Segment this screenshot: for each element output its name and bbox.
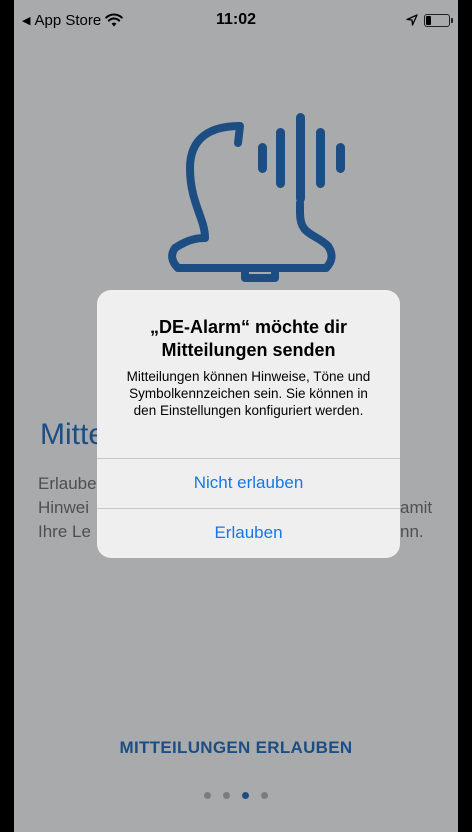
status-bar: ◀ App Store 11:02 bbox=[14, 0, 458, 40]
deny-button[interactable]: Nicht erlauben bbox=[97, 458, 400, 506]
location-arrow-icon bbox=[406, 14, 418, 26]
page-dot-active[interactable] bbox=[242, 792, 249, 799]
alert-message: Mitteilungen können Hinweise, Töne und S… bbox=[126, 369, 371, 418]
status-right bbox=[406, 13, 453, 27]
notification-permission-alert: „DE-Alarm“ möchte dir Mitteilungen sende… bbox=[97, 290, 400, 558]
page-dot[interactable] bbox=[223, 792, 230, 799]
allow-notifications-button[interactable]: MITTEILUNGEN ERLAUBEN bbox=[0, 738, 472, 758]
onboarding-title: Mitte bbox=[40, 418, 106, 451]
onboarding-text-line: nn. bbox=[400, 522, 424, 541]
page-indicator[interactable] bbox=[0, 792, 472, 799]
battery-icon bbox=[424, 13, 453, 27]
allow-button[interactable]: Erlauben bbox=[97, 508, 400, 556]
wifi-icon bbox=[105, 13, 123, 27]
device-frame-left bbox=[0, 0, 14, 832]
back-to-app-store[interactable]: ◀ App Store bbox=[22, 12, 123, 29]
device-frame-right bbox=[458, 0, 472, 832]
back-label: App Store bbox=[34, 11, 102, 29]
onboarding-text-right: amit nn. bbox=[400, 496, 432, 544]
bell-icon bbox=[168, 113, 345, 282]
onboarding-text-line: amit bbox=[400, 498, 433, 517]
page-dot[interactable] bbox=[204, 792, 211, 799]
page-dot[interactable] bbox=[261, 792, 268, 799]
alert-title: „DE-Alarm“ möchte dir Mitteilungen sende… bbox=[149, 317, 348, 360]
screen: ◀ App Store 11:02 Mitte Erlaube Hinwei I… bbox=[0, 0, 472, 832]
back-arrow-icon: ◀ bbox=[22, 14, 31, 27]
